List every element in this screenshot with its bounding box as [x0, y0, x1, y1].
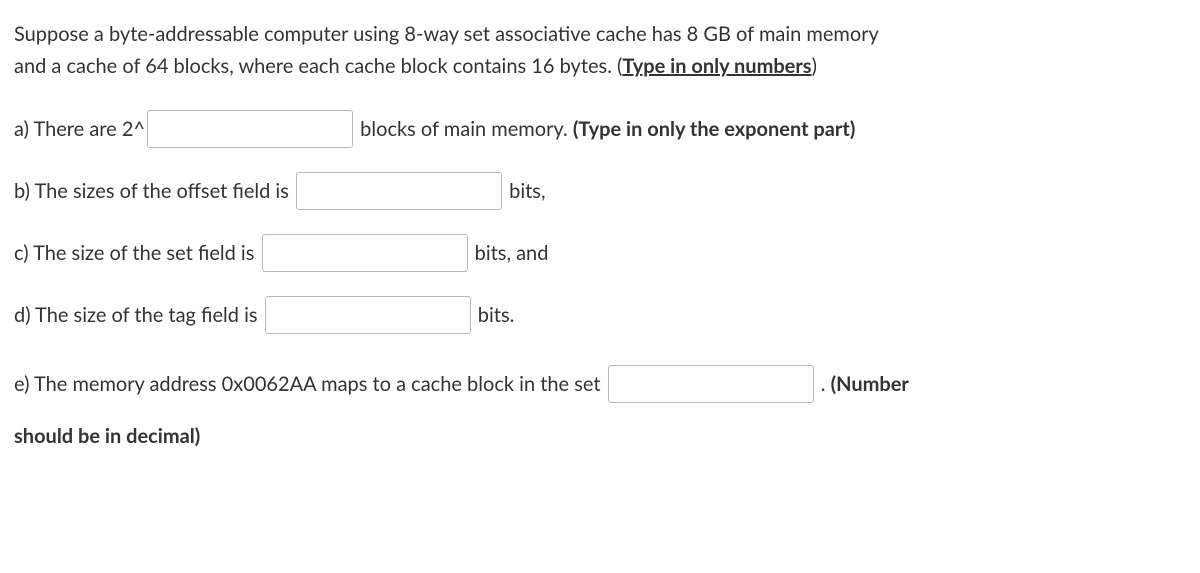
- qa-input[interactable]: [147, 110, 353, 148]
- intro-underline: Type in only numbers: [622, 54, 811, 78]
- question-b-row: b) The sizes of the offset field is bits…: [14, 172, 1186, 210]
- question-d-row: d) The size of the tag field is bits.: [14, 296, 1186, 334]
- intro-line2a: and a cache of 64 blocks, where each cac…: [14, 54, 622, 78]
- qe-post-bold1: (Number: [831, 358, 909, 410]
- qa-pre: a) There are 2^: [14, 114, 145, 144]
- qb-post: bits,: [504, 176, 546, 206]
- qc-pre: c) The size of the set field is: [14, 238, 260, 268]
- qd-input[interactable]: [265, 296, 471, 334]
- intro-line1: Suppose a byte-addressable computer usin…: [14, 22, 879, 46]
- qe-input[interactable]: [608, 365, 814, 403]
- qd-post: bits.: [473, 300, 515, 330]
- qd-pre: d) The size of the tag field is: [14, 300, 263, 330]
- qe-post-plain: .: [816, 358, 831, 410]
- question-a-row: a) There are 2^ blocks of main memory. (…: [14, 110, 1186, 148]
- qe-pre: e) The memory address 0x0062AA maps to a…: [14, 358, 606, 410]
- question-e-row: e) The memory address 0x0062AA maps to a…: [14, 358, 1186, 462]
- qa-post-plain: blocks of main memory.: [355, 114, 573, 144]
- question-intro: Suppose a byte-addressable computer usin…: [14, 18, 1186, 82]
- question-c-row: c) The size of the set field is bits, an…: [14, 234, 1186, 272]
- qa-post-bold: (Type in only the exponent part): [573, 114, 856, 144]
- qc-post: bits, and: [470, 238, 549, 268]
- qb-input[interactable]: [296, 172, 502, 210]
- qc-input[interactable]: [262, 234, 468, 272]
- qb-pre: b) The sizes of the offset field is: [14, 176, 294, 206]
- qe-post-bold2: should be in decimal): [14, 410, 200, 462]
- intro-line2b: ): [812, 54, 817, 78]
